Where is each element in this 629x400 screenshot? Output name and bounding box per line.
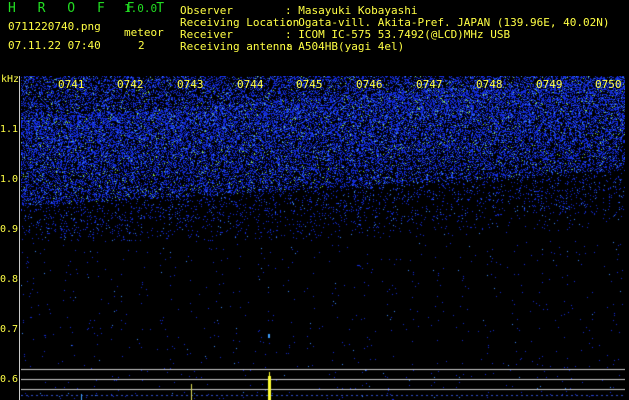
- file-name: 0711220740.png: [8, 20, 101, 33]
- freq-tick-0-9: 0.9: [0, 224, 19, 235]
- freq-tick-1-1: 1.1: [0, 124, 19, 135]
- antenna-value: : A504HB(yagi 4el): [285, 40, 405, 53]
- time-tick-0742: 0742: [117, 78, 144, 91]
- meteor-count: 2: [138, 39, 145, 52]
- header-panel: H R O F F T 1.0.0 0711220740.png meteor …: [0, 0, 629, 74]
- time-tick-0745: 0745: [296, 78, 323, 91]
- freq-tick-0-6: 0.6: [0, 374, 19, 385]
- frequency-unit-label: kHz: [1, 74, 20, 85]
- time-tick-0749: 0749: [536, 78, 563, 91]
- time-tick-0750: 0750: [595, 78, 622, 91]
- spectrogram-plot: [21, 76, 625, 400]
- time-tick-0744: 0744: [237, 78, 264, 91]
- time-tick-0747: 0747: [416, 78, 443, 91]
- file-datetime: 07.11.22 07:40: [8, 39, 101, 52]
- frequency-axis-line: [19, 76, 20, 400]
- time-tick-0746: 0746: [356, 78, 383, 91]
- waterfall-canvas: [21, 76, 625, 400]
- freq-tick-0-7: 0.7: [0, 324, 19, 335]
- app-version: 1.0.0: [124, 2, 158, 15]
- time-tick-0741: 0741: [58, 78, 85, 91]
- antenna-key: Receiving antenna: [180, 40, 293, 53]
- time-tick-0748: 0748: [476, 78, 503, 91]
- meteor-label: meteor: [124, 26, 164, 39]
- freq-tick-0-8: 0.8: [0, 274, 19, 285]
- freq-tick-1-0: 1.0: [0, 174, 19, 185]
- time-tick-0743: 0743: [177, 78, 204, 91]
